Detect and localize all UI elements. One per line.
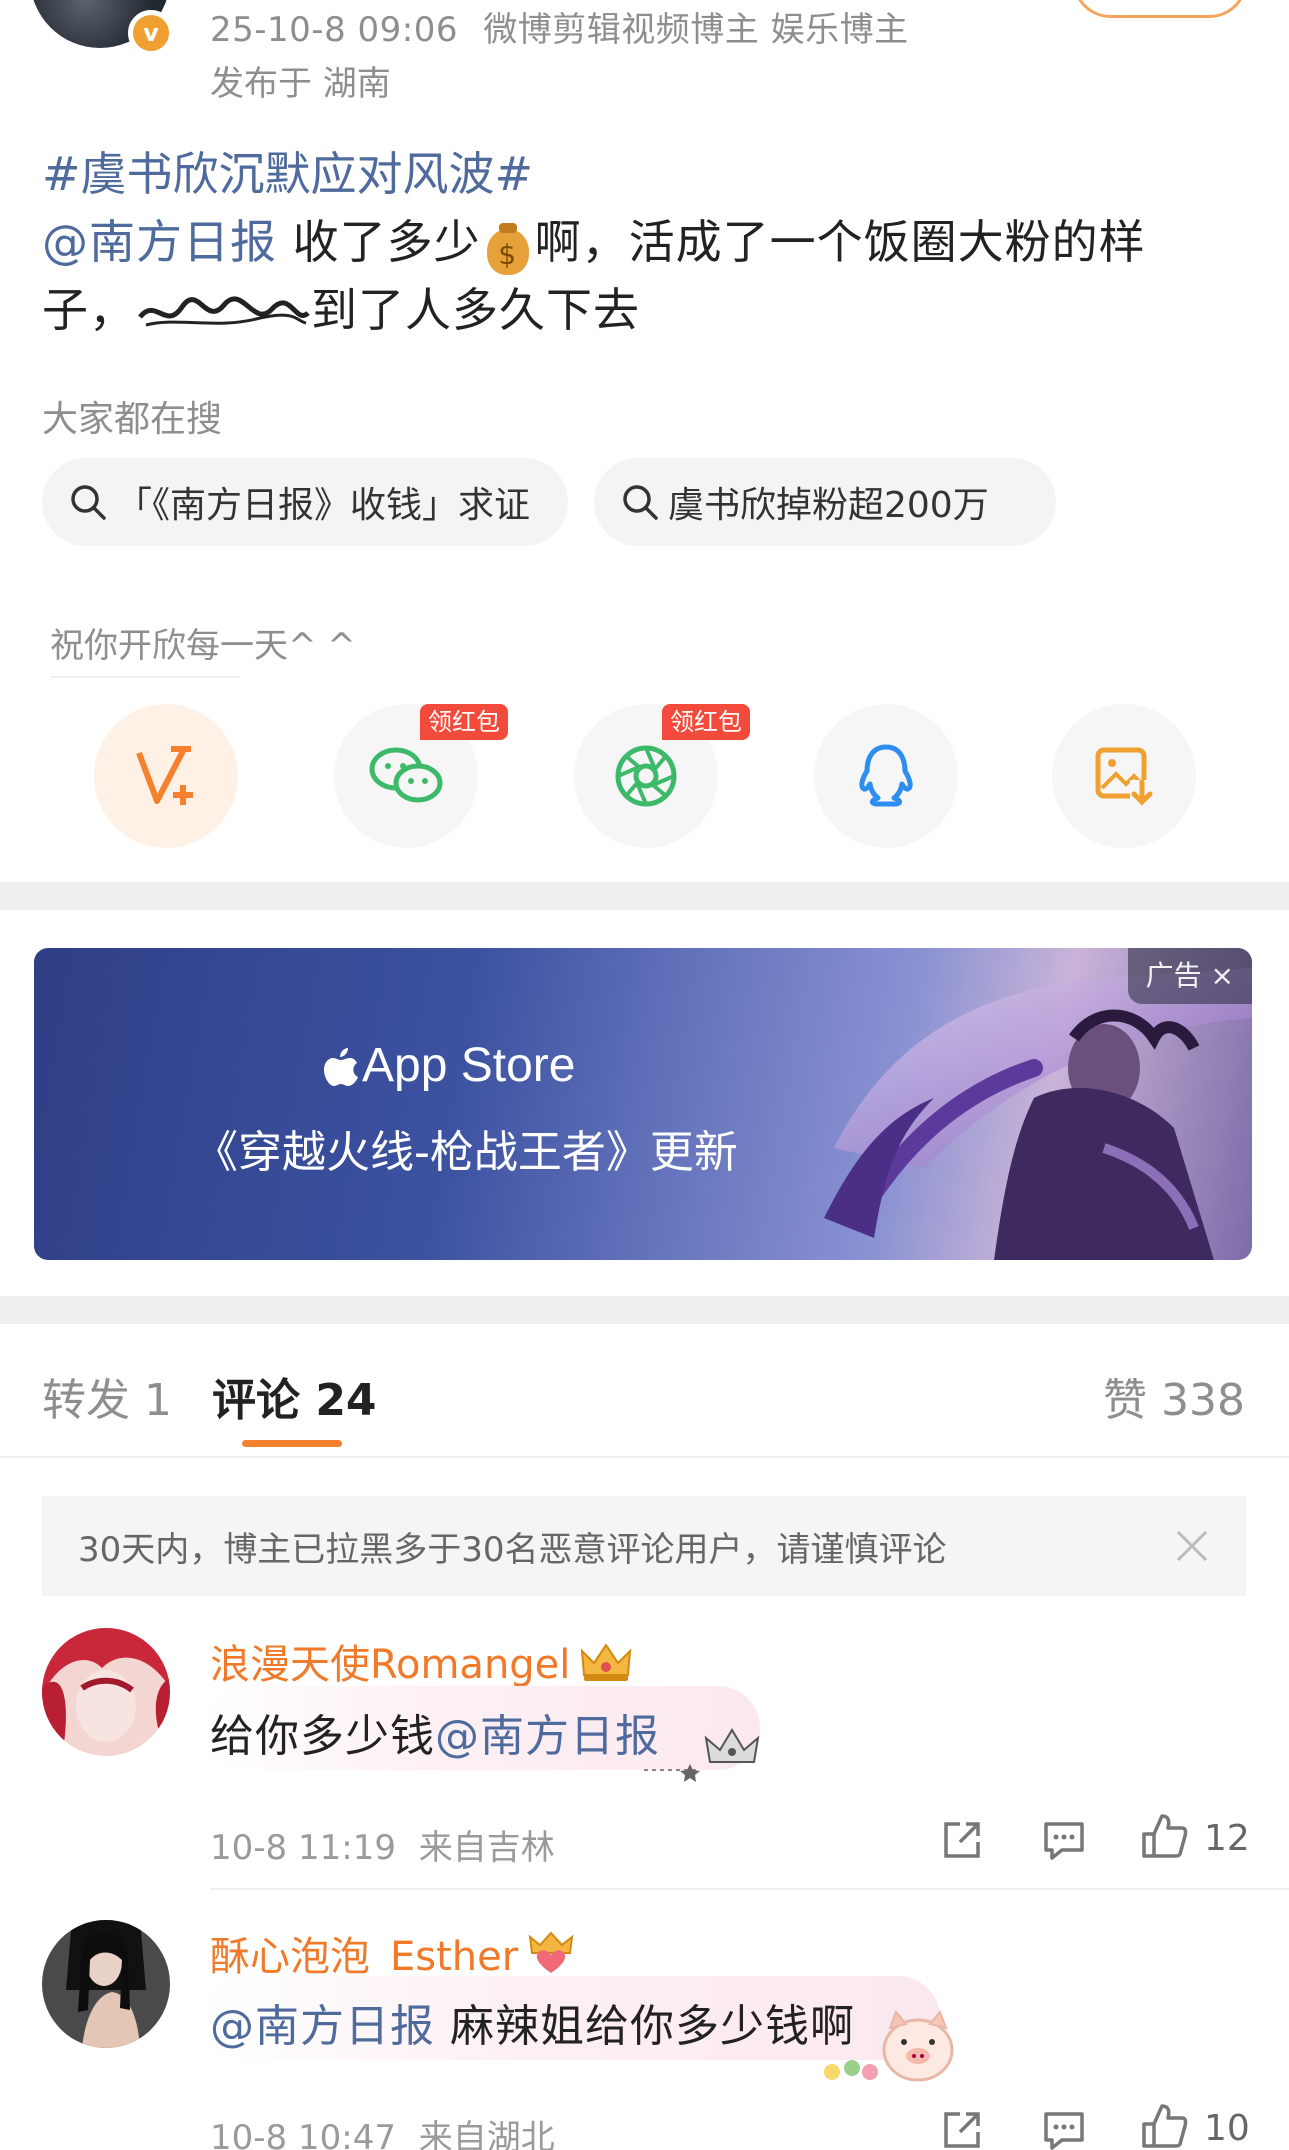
save-image-icon bbox=[1095, 747, 1154, 806]
comment-text: @南方日报 麻辣姐给你多少钱啊 bbox=[210, 1990, 855, 2054]
comment-meta: 10-8 10:47 来自湖北 bbox=[210, 2110, 555, 2150]
author-tags: 微博剪辑视频博主 娱乐博主 bbox=[483, 10, 909, 50]
comment-notice: 30天内，博主已拉黑多于30名恶意评论用户，请谨慎评论 bbox=[42, 1496, 1246, 1596]
repost-icon[interactable] bbox=[938, 2106, 986, 2150]
username-text: 酥心泡泡_Esther bbox=[210, 1934, 519, 1980]
post-hashtag[interactable]: #虞书欣沉默应对风波# bbox=[42, 138, 533, 204]
tab-repost[interactable]: 转发 1 bbox=[42, 1364, 172, 1428]
search-icon bbox=[71, 485, 106, 520]
apple-logo-icon bbox=[324, 1047, 358, 1086]
comment-avatar[interactable] bbox=[42, 1920, 170, 2048]
crown-badge-icon bbox=[581, 1643, 632, 1681]
ad-close-tag[interactable]: 广告 × bbox=[1127, 948, 1252, 1004]
post-mention[interactable]: @南方日报 bbox=[42, 215, 277, 269]
post-location: 发布于 湖南 bbox=[210, 64, 391, 104]
notice-text: 30天内，博主已拉黑多于30名恶意评论用户，请谨慎评论 bbox=[78, 1529, 947, 1570]
greeting-divider bbox=[50, 676, 240, 678]
tab-comment[interactable]: 评论 24 bbox=[212, 1364, 377, 1428]
qq-icon bbox=[859, 744, 913, 807]
trending-chip-1[interactable]: 「《南方日报》收钱」求证 bbox=[42, 458, 568, 546]
save-image-button[interactable] bbox=[1052, 704, 1196, 848]
money-bag-icon: $ bbox=[486, 223, 529, 275]
crown-heart-badge-icon bbox=[528, 1931, 574, 1973]
section-divider bbox=[0, 882, 1289, 910]
comment-divider bbox=[210, 1888, 1289, 1890]
trending-title: 大家都在搜 bbox=[42, 399, 223, 440]
verified-badge-icon: v bbox=[128, 10, 174, 56]
repost-icon[interactable] bbox=[938, 1816, 986, 1864]
trending-chip-2[interactable]: 虞书欣掉粉超200万 bbox=[594, 458, 1056, 546]
trending-chip-label: 「《南方日报》收钱」求证 bbox=[116, 485, 531, 526]
ad-brand-text: App Store bbox=[362, 1039, 576, 1092]
comment-mention[interactable]: @南方日报 bbox=[435, 1711, 660, 1762]
weibo-share-button[interactable] bbox=[94, 704, 238, 848]
ad-brand: App Store bbox=[324, 1038, 575, 1093]
like-count: 12 bbox=[1204, 1818, 1250, 1859]
active-tab-indicator bbox=[242, 1440, 342, 1447]
share-greeting: 祝你开欣每一天^ ^ bbox=[50, 626, 356, 666]
trending-chip-label: 虞书欣掉粉超200万 bbox=[668, 485, 989, 526]
comment-location: 来自湖北 bbox=[418, 2118, 555, 2150]
ad-banner[interactable]: App Store 《穿越火线-枪战王者》更新 广告 × bbox=[34, 948, 1252, 1260]
post-text-part: 子， bbox=[42, 283, 136, 337]
post-text-part: 到了人多久下去 bbox=[311, 283, 640, 337]
tab-like[interactable]: 赞 338 bbox=[1103, 1364, 1245, 1428]
comment-location: 来自吉林 bbox=[418, 1828, 555, 1868]
like-icon[interactable] bbox=[1140, 1812, 1188, 1860]
like-count: 10 bbox=[1204, 2108, 1250, 2149]
comment-text-part: 给你多少钱 bbox=[210, 1711, 435, 1762]
comment-text: 给你多少钱@南方日报 bbox=[210, 1700, 660, 1764]
comment-avatar[interactable] bbox=[42, 1628, 170, 1756]
red-packet-tag: 领红包 bbox=[662, 704, 750, 740]
qq-share-button[interactable] bbox=[814, 704, 958, 848]
redaction-scribble bbox=[136, 291, 311, 337]
comment-text-part: 麻辣姐给你多少钱啊 bbox=[435, 2001, 855, 2052]
reply-icon[interactable] bbox=[1040, 1816, 1088, 1864]
comment-time: 10-8 11:19 bbox=[210, 1828, 396, 1868]
comment-time: 10-8 10:47 bbox=[210, 2118, 396, 2150]
tab-divider bbox=[0, 1456, 1289, 1458]
section-divider bbox=[0, 1296, 1289, 1324]
username-text: 浪漫天使Romangel bbox=[210, 1642, 571, 1688]
post-text-part: 收了多少 bbox=[277, 215, 481, 269]
comment-mention[interactable]: @南方日报 bbox=[210, 2001, 435, 2052]
like-icon[interactable] bbox=[1140, 2102, 1188, 2150]
crown-sticker-icon bbox=[644, 1728, 760, 1782]
comment-username[interactable]: 酥心泡泡_Esther bbox=[210, 1924, 576, 1982]
post-text-part: 啊，活成了一个饭圈大粉的样 bbox=[534, 215, 1146, 269]
weibo-write-icon bbox=[136, 746, 193, 805]
follow-button[interactable] bbox=[1072, 0, 1248, 18]
reply-icon[interactable] bbox=[1040, 2106, 1088, 2150]
ad-subtitle: 《穿越火线-枪战王者》更新 bbox=[194, 1127, 738, 1178]
moments-icon bbox=[615, 745, 677, 807]
pig-sticker-icon bbox=[824, 2010, 954, 2082]
post-datetime: 25-10-8 09:06 bbox=[210, 10, 458, 50]
post-meta: 25-10-8 09:06 微博剪辑视频博主 娱乐博主 bbox=[210, 2, 909, 51]
post-text-line-1: @南方日报 收了多少 $ 啊，活成了一个饭圈大粉的样 bbox=[42, 206, 1146, 275]
close-icon[interactable] bbox=[1174, 1528, 1210, 1564]
comment-username[interactable]: 浪漫天使Romangel bbox=[210, 1632, 634, 1690]
post-text-line-2: 子， 到了人多久下去 bbox=[42, 274, 640, 340]
red-packet-tag: 领红包 bbox=[420, 704, 508, 740]
wechat-icon bbox=[369, 747, 443, 803]
search-icon bbox=[623, 485, 658, 520]
comment-meta: 10-8 11:19 来自吉林 bbox=[210, 1820, 555, 1869]
